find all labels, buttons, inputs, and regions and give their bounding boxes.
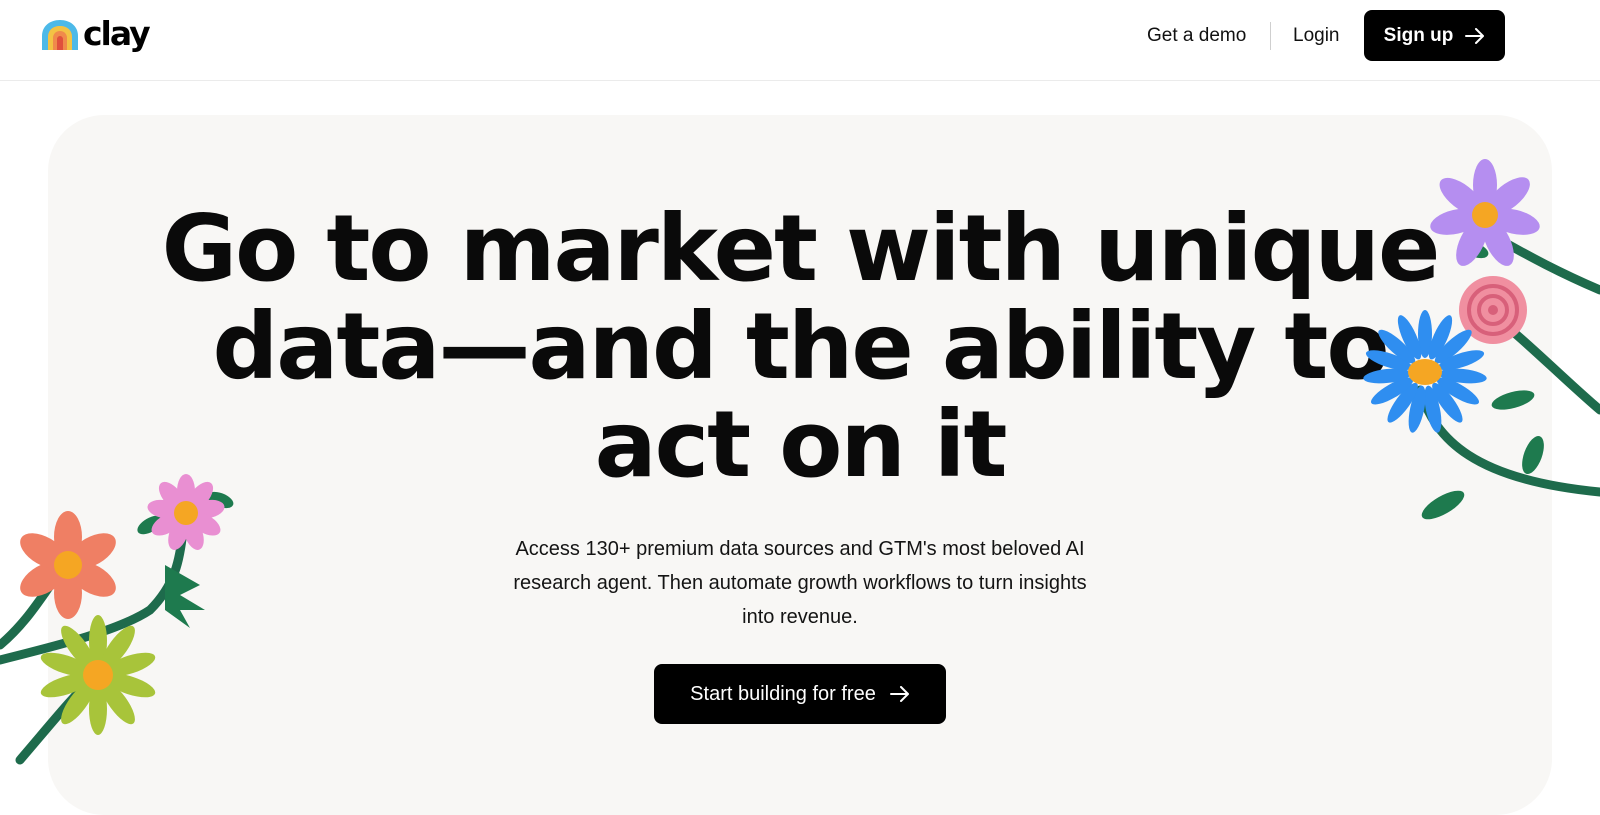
arrow-right-icon <box>889 686 909 702</box>
cta-label: Start building for free <box>690 682 876 705</box>
sign-up-button[interactable]: Sign up <box>1364 10 1505 61</box>
decorative-flowers-right <box>1363 159 1600 520</box>
get-a-demo-link[interactable]: Get a demo <box>1147 23 1246 49</box>
arrow-right-icon <box>1465 27 1485 44</box>
logo-wordmark: clay <box>83 13 151 53</box>
coral-flower-icon <box>20 511 116 619</box>
logo-link[interactable]: clay <box>40 13 151 55</box>
site-header: clay Get a demo Login Sign up <box>0 0 1600 81</box>
sign-up-label: Sign up <box>1383 24 1454 46</box>
clay-rainbow-arch-icon <box>42 20 78 50</box>
decorative-flowers-left <box>0 474 234 765</box>
login-link[interactable]: Login <box>1293 23 1340 49</box>
nav-divider <box>1270 22 1271 50</box>
start-building-button[interactable]: Start building for free <box>654 664 946 724</box>
